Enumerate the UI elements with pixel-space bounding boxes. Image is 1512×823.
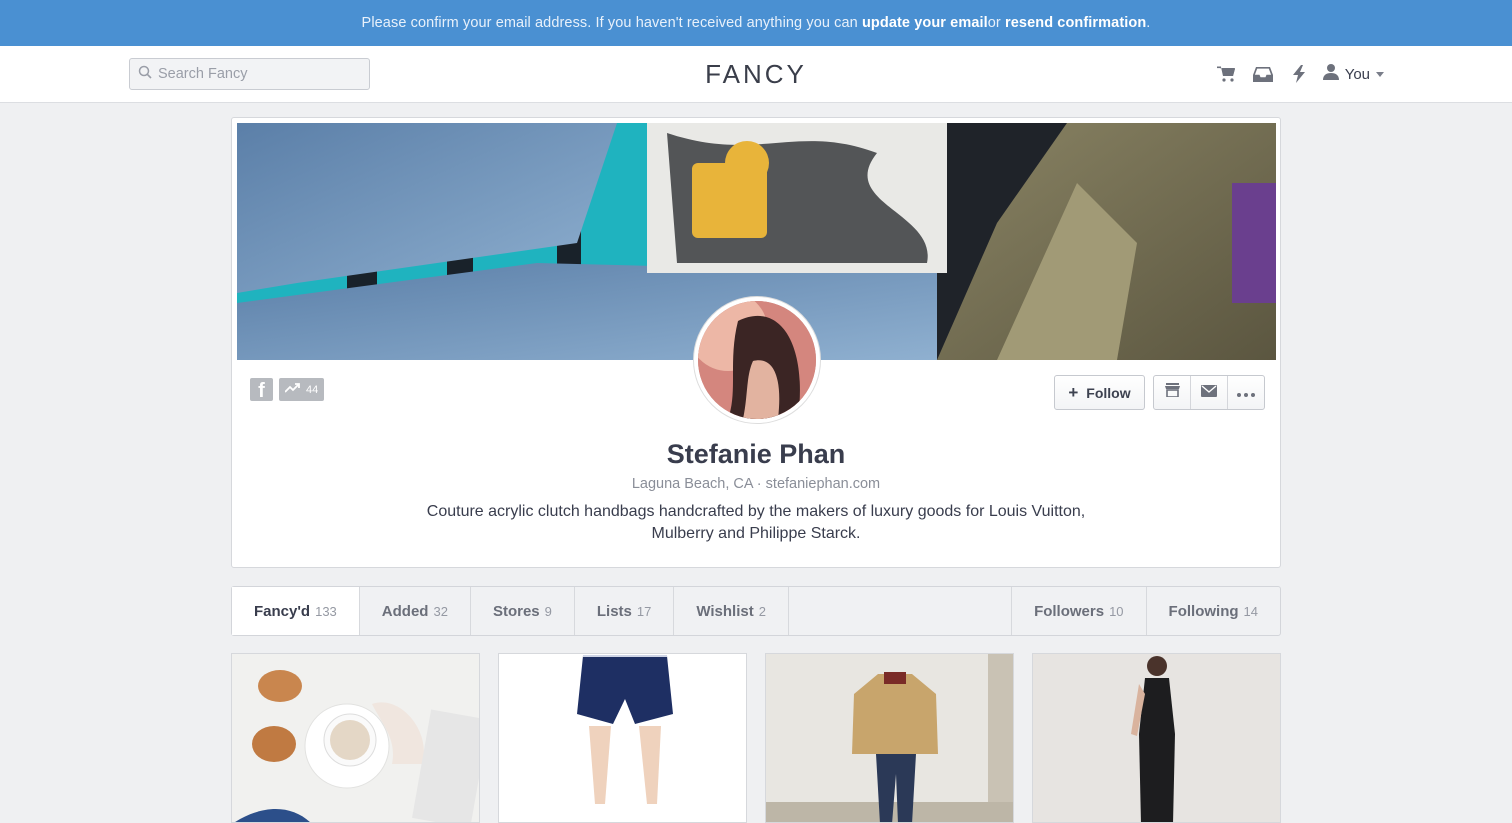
tab-lists[interactable]: Lists 17 xyxy=(575,587,675,635)
tab-label: Lists xyxy=(596,602,632,620)
banner-text-mid: or xyxy=(987,15,1001,31)
email-confirm-banner: Please confirm your email address. If yo… xyxy=(0,0,1512,46)
inbox-icon[interactable] xyxy=(1245,62,1281,86)
tab-count: 2 xyxy=(758,603,766,619)
tab-wishlist[interactable]: Wishlist 2 xyxy=(674,587,789,635)
trend-badge[interactable]: 44 xyxy=(279,378,325,401)
tab-label: Wishlist xyxy=(696,602,754,620)
banner-text: Please confirm your email address. If yo… xyxy=(361,15,858,31)
trend-icon xyxy=(284,383,301,396)
banner-text-end: . xyxy=(1146,15,1151,31)
resend-confirmation-link[interactable]: resend confirmation xyxy=(1005,15,1146,31)
tab-stores[interactable]: Stores 9 xyxy=(471,587,575,635)
tab-label: Fancy'd xyxy=(254,602,311,620)
follow-label: Follow xyxy=(1086,384,1131,401)
tab-label: Followers xyxy=(1034,602,1105,620)
profile-website-link[interactable]: stefaniephan.com xyxy=(766,476,880,492)
product-card[interactable] xyxy=(231,653,480,823)
tab-count: 10 xyxy=(1109,603,1124,619)
social-links: f 44 xyxy=(250,378,325,401)
tab-followers[interactable]: Followers 10 xyxy=(1012,587,1147,635)
meta-separator: · xyxy=(752,476,766,492)
profile-meta: Laguna Beach, CA · stefaniephan.com xyxy=(232,476,1280,492)
tab-added[interactable]: Added 32 xyxy=(360,587,471,635)
bio-line: Couture acrylic clutch handbags handcraf… xyxy=(426,503,1086,520)
user-icon xyxy=(1322,63,1339,85)
top-header: FANCY You xyxy=(0,46,1512,103)
bio-line: Mulberry and Philippe Starck. xyxy=(651,525,861,542)
header-actions: You xyxy=(1209,62,1384,86)
tab-following[interactable]: Following 14 xyxy=(1147,587,1280,635)
chevron-down-icon xyxy=(1376,72,1384,77)
tab-count: 32 xyxy=(433,603,448,619)
store-button[interactable] xyxy=(1154,376,1191,409)
tab-count: 14 xyxy=(1243,603,1258,619)
update-email-link[interactable]: update your email xyxy=(862,15,988,31)
tab-label: Stores xyxy=(492,602,540,620)
avatar[interactable] xyxy=(694,297,820,423)
product-card[interactable] xyxy=(1032,653,1281,823)
tabs-spacer xyxy=(789,587,1013,635)
more-icon xyxy=(1237,384,1255,402)
profile-actions xyxy=(1153,375,1265,410)
profile-name: Stefanie Phan xyxy=(666,439,846,469)
product-grid xyxy=(231,653,1281,823)
cart-icon[interactable] xyxy=(1209,62,1245,86)
profile-card: f 44 + Follow Stefanie Phan Laguna Beach… xyxy=(231,117,1281,568)
user-menu[interactable]: You xyxy=(1322,63,1384,85)
facebook-icon[interactable]: f xyxy=(250,378,273,401)
mail-icon xyxy=(1201,384,1217,402)
plus-icon: + xyxy=(1068,382,1079,402)
tab-count: 17 xyxy=(636,603,652,619)
message-button[interactable] xyxy=(1191,376,1228,409)
product-card[interactable] xyxy=(498,653,747,823)
profile-tabs: Fancy'd 133 Added 32 Stores 9 Lists 17 Wishl… xyxy=(231,586,1281,636)
tab-count: 133 xyxy=(315,603,337,619)
lightning-icon[interactable] xyxy=(1281,62,1317,86)
profile-location: Laguna Beach, CA xyxy=(631,476,753,492)
tab-count: 9 xyxy=(544,603,552,619)
more-button[interactable] xyxy=(1228,376,1264,409)
tab-label: Added xyxy=(381,602,429,620)
user-menu-label: You xyxy=(1344,65,1370,83)
profile-bio: Couture acrylic clutch handbags handcraf… xyxy=(422,501,1090,545)
product-card[interactable] xyxy=(765,653,1014,823)
follow-button[interactable]: + Follow xyxy=(1054,375,1145,410)
tab-fancyd[interactable]: Fancy'd 133 xyxy=(232,587,360,635)
store-icon xyxy=(1164,383,1180,402)
trend-count: 44 xyxy=(306,383,319,396)
tab-label: Following xyxy=(1168,602,1239,620)
